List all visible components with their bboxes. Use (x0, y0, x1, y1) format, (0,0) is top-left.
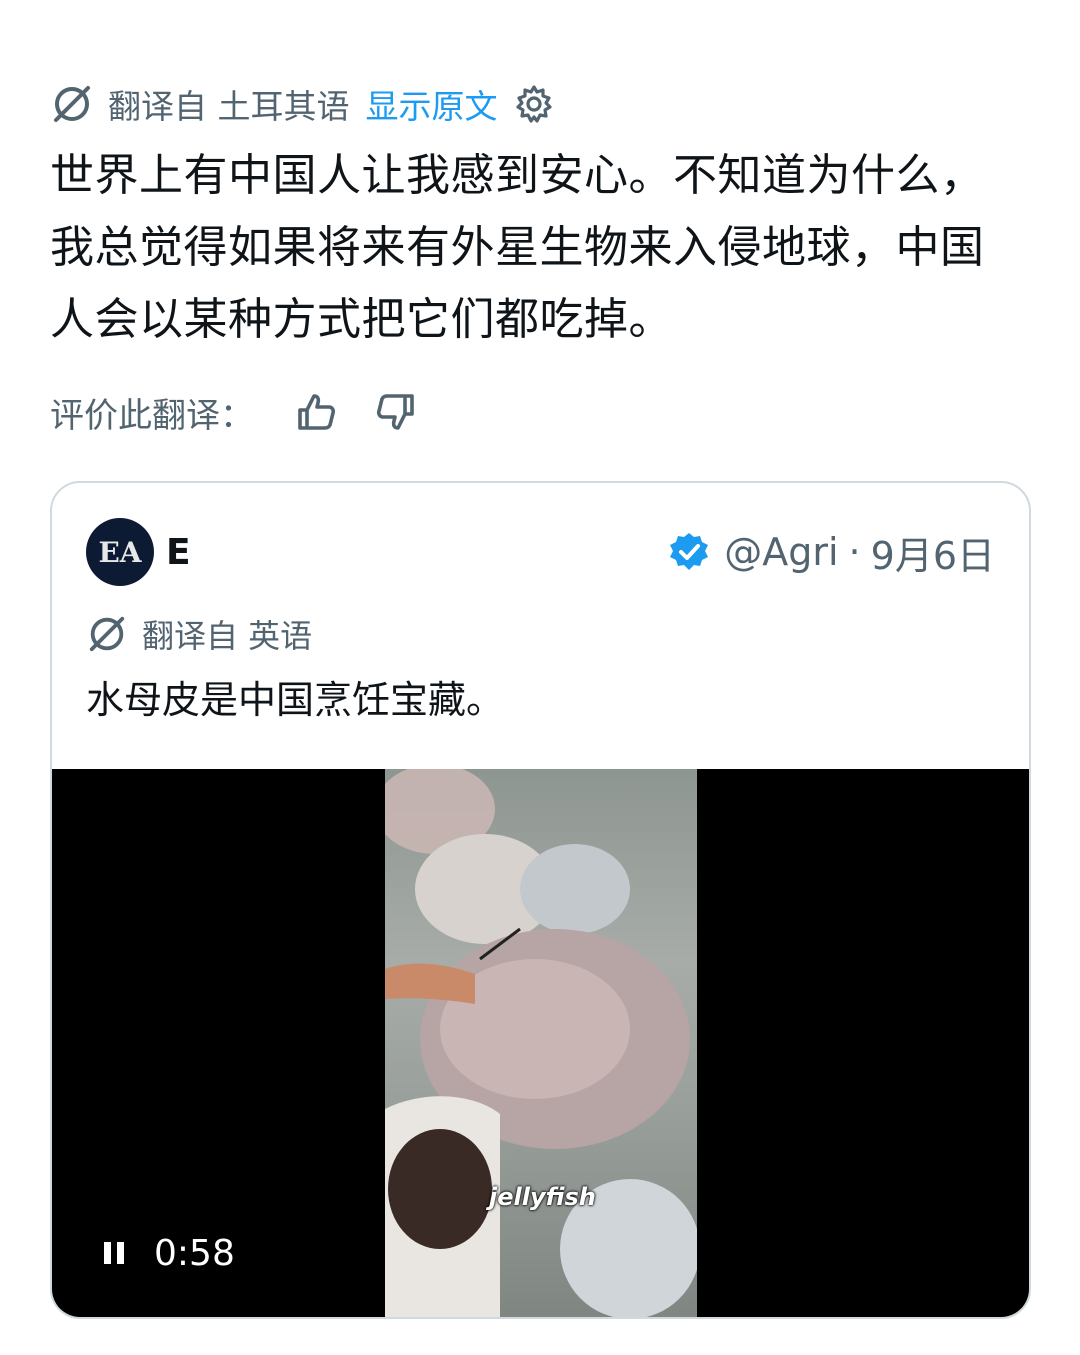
separator-dot: · (848, 530, 861, 574)
quoted-tweet-card[interactable]: EA E @Agri · 9月6日 翻译自 英语 水母皮是中国烹饪宝藏。 jel… (50, 481, 1031, 1319)
translate-globe-icon (89, 616, 125, 652)
quoted-tweet-text: 水母皮是中国烹饪宝藏。 (86, 678, 505, 722)
quoted-translated-from-label: 翻译自 英语 (142, 617, 313, 655)
rate-translation-label: 评价此翻译： (50, 395, 254, 436)
video-timestamp: 0:58 (154, 1233, 235, 1274)
translation-bar: 翻译自 土耳其语 显示原文 (50, 80, 554, 128)
quoted-translation-bar: 翻译自 英语 (86, 611, 312, 657)
video-frame[interactable]: jellyfish (385, 769, 697, 1317)
tweet-text: 世界上有中国人让我感到安心。不知道为什么，我总觉得如果将来有外星生物来入侵地球，… (50, 150, 985, 345)
translate-globe-icon (54, 86, 90, 122)
thumbs-down-icon[interactable] (374, 390, 418, 434)
translated-from-label: 翻译自 土耳其语 (108, 87, 350, 126)
avatar-text: EA (98, 535, 142, 569)
video-thumbnail (385, 769, 697, 1317)
video-player[interactable]: jellyfish 0:58 (52, 769, 1029, 1317)
verified-badge-icon (670, 533, 709, 570)
avatar[interactable]: EA (86, 518, 154, 586)
rate-translation-bar: 评价此翻译： (50, 386, 418, 438)
show-original-link[interactable]: 显示原文 (366, 80, 498, 128)
gear-icon[interactable] (514, 84, 554, 124)
thumbs-up-icon[interactable] (294, 390, 338, 434)
display-name[interactable]: E (166, 532, 191, 573)
tweet-page: 翻译自 土耳其语 显示原文 世界上有中国人让我感到安心。不知道为什么，我总觉得如… (0, 0, 1080, 1355)
handle[interactable]: @Agri (724, 530, 838, 574)
quoted-tweet-header: EA E @Agri · 9月6日 (86, 517, 995, 587)
video-caption: jellyfish (489, 1183, 596, 1211)
pause-icon[interactable] (100, 1239, 128, 1267)
post-date[interactable]: 9月6日 (871, 525, 995, 580)
